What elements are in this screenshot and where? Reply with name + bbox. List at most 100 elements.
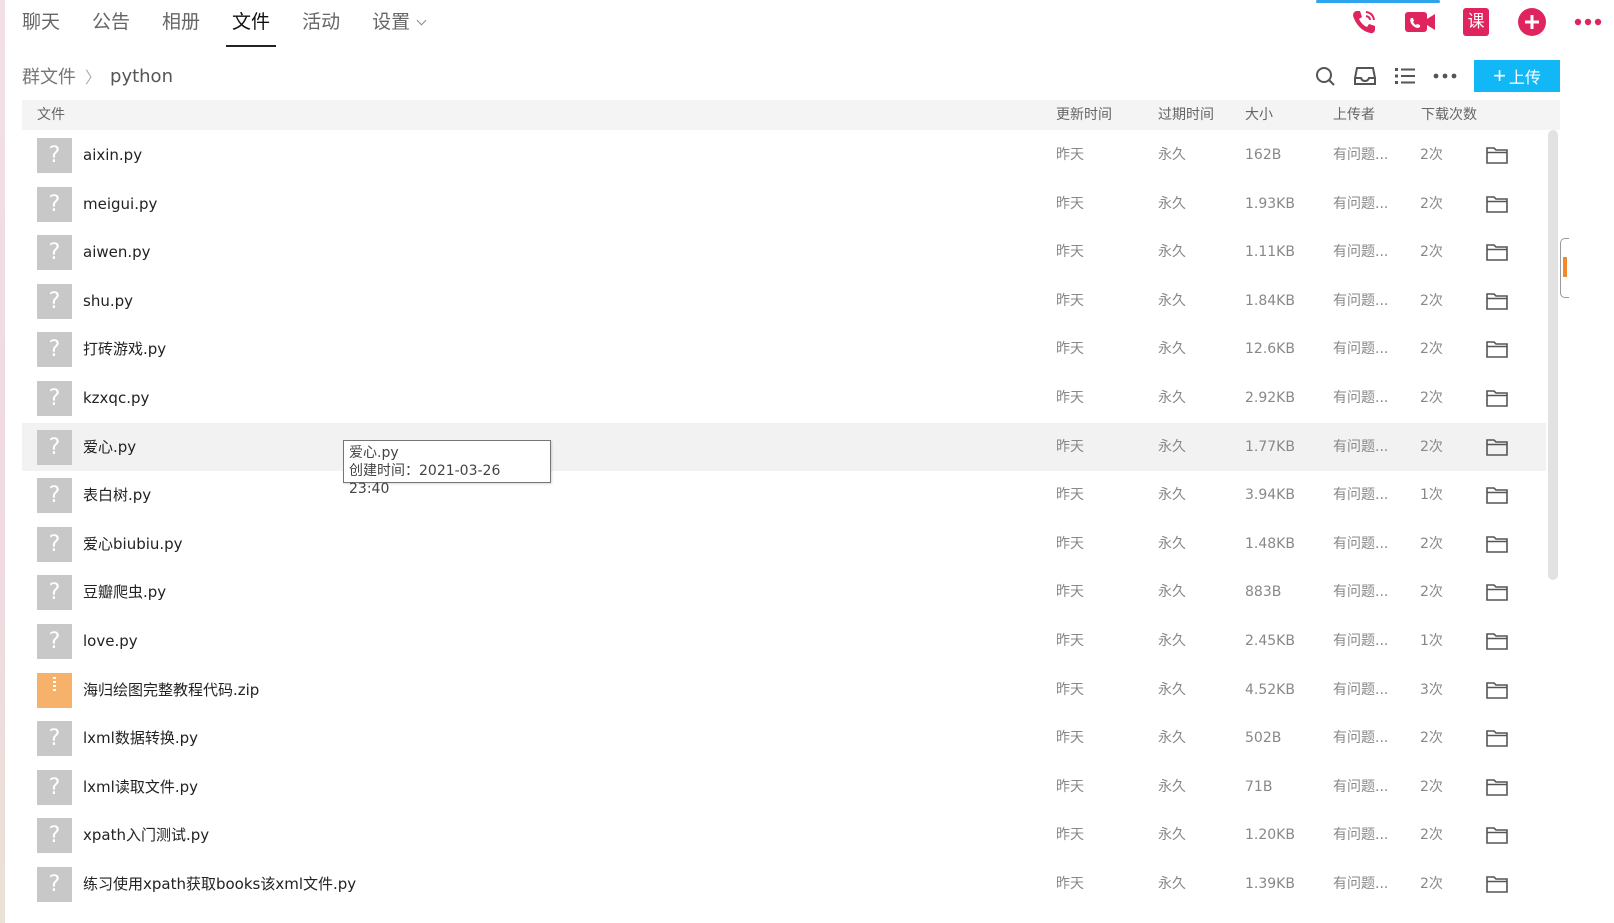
- column-uploader[interactable]: 上传者: [1333, 100, 1375, 130]
- tab-files[interactable]: 文件: [226, 0, 277, 48]
- table-row[interactable]: ? kzxqc.py 昨天 永久 2.92KB 有问题... 2次: [22, 374, 1546, 423]
- file-name[interactable]: love.py: [83, 617, 138, 665]
- table-row[interactable]: ? shu.py 昨天 永久 1.84KB 有问题... 2次: [22, 277, 1546, 326]
- file-name[interactable]: lxml读取文件.py: [83, 763, 198, 811]
- table-row[interactable]: ? 练习使用xpath获取books该xml文件.py 昨天 永久 1.39KB 有问题.…: [22, 860, 1546, 909]
- file-uploader[interactable]: 有问题...: [1333, 520, 1388, 568]
- list-view-icon[interactable]: [1388, 61, 1422, 91]
- file-uploader[interactable]: 有问题...: [1333, 131, 1388, 179]
- open-folder-icon[interactable]: [1486, 292, 1508, 310]
- file-name[interactable]: 打砖游戏.py: [83, 325, 166, 373]
- file-name[interactable]: 表白树.py: [83, 471, 151, 519]
- table-row[interactable]: ? meigui.py 昨天 永久 1.93KB 有问题... 2次: [22, 180, 1546, 229]
- file-name[interactable]: aixin.py: [83, 131, 142, 179]
- file-list: ? aixin.py 昨天 永久 162B 有问题... 2次? meigui.py 昨天 永久 1…: [22, 131, 1546, 909]
- file-name[interactable]: 爱心biubiu.py: [83, 520, 183, 568]
- side-panel-handle[interactable]: [1560, 238, 1569, 298]
- tab-album[interactable]: 相册: [162, 0, 200, 48]
- open-folder-icon[interactable]: [1486, 340, 1508, 359]
- file-size: 12.6KB: [1245, 341, 1295, 358]
- file-updated: 昨天: [1056, 875, 1084, 892]
- table-row[interactable]: ? lxml数据转换.py 昨天 永久 502B 有问题... 2次: [22, 714, 1546, 763]
- open-folder-icon[interactable]: [1486, 826, 1508, 845]
- file-name[interactable]: lxml数据转换.py: [83, 714, 198, 762]
- file-size: 1.20KB: [1245, 827, 1295, 844]
- video-call-icon[interactable]: [1402, 4, 1438, 40]
- table-row[interactable]: ? love.py 昨天 永久 2.45KB 有问题... 1次: [22, 617, 1546, 666]
- file-uploader[interactable]: 有问题...: [1333, 714, 1388, 762]
- file-uploader[interactable]: 有问题...: [1333, 374, 1388, 422]
- file-uploader[interactable]: 有问题...: [1333, 325, 1388, 373]
- file-uploader[interactable]: 有问题...: [1333, 860, 1388, 908]
- phone-icon[interactable]: [1346, 4, 1382, 40]
- file-uploader[interactable]: 有问题...: [1333, 763, 1388, 811]
- file-expires: 永久: [1158, 827, 1186, 844]
- search-icon[interactable]: [1308, 61, 1342, 91]
- file-uploader[interactable]: 有问题...: [1333, 228, 1388, 276]
- file-name[interactable]: aiwen.py: [83, 228, 151, 276]
- open-folder-icon[interactable]: [1486, 389, 1508, 407]
- table-row[interactable]: ? 表白树.py 昨天 永久 3.94KB 有问题... 1次: [22, 471, 1546, 520]
- open-folder-icon[interactable]: [1486, 778, 1508, 796]
- open-folder-icon[interactable]: [1486, 535, 1508, 553]
- tab-chat[interactable]: 聊天: [22, 0, 60, 48]
- class-icon[interactable]: 课: [1458, 4, 1494, 40]
- file-name[interactable]: xpath入门测试.py: [83, 811, 209, 859]
- more-icon[interactable]: [1570, 4, 1606, 40]
- open-folder-icon[interactable]: [1486, 243, 1508, 261]
- file-uploader[interactable]: 有问题...: [1333, 423, 1388, 471]
- file-uploader[interactable]: 有问题...: [1333, 180, 1388, 228]
- file-name[interactable]: kzxqc.py: [83, 374, 149, 422]
- table-row[interactable]: ? lxml读取文件.py 昨天 永久 71B 有问题... 2次: [22, 763, 1546, 812]
- file-updated: 昨天: [1056, 438, 1084, 455]
- open-folder-icon[interactable]: [1486, 632, 1508, 650]
- file-name[interactable]: shu.py: [83, 277, 133, 325]
- file-updated: 昨天: [1056, 244, 1084, 261]
- tab-settings[interactable]: 设置: [372, 0, 427, 48]
- inbox-icon[interactable]: [1348, 61, 1382, 91]
- open-folder-icon[interactable]: [1486, 875, 1508, 893]
- file-name[interactable]: 豆瓣爬虫.py: [83, 568, 166, 616]
- file-name[interactable]: meigui.py: [83, 180, 157, 228]
- table-row[interactable]: ? aixin.py 昨天 永久 162B 有问题... 2次: [22, 131, 1546, 180]
- table-row[interactable]: ? 爱心biubiu.py 昨天 永久 1.48KB 有问题... 2次: [22, 520, 1546, 569]
- tab-activity[interactable]: 活动: [302, 0, 340, 48]
- open-folder-icon[interactable]: [1486, 583, 1508, 602]
- file-name[interactable]: 海归绘图完整教程代码.zip: [83, 666, 259, 714]
- file-expires: 永久: [1158, 875, 1186, 892]
- table-row[interactable]: ? xpath入门测试.py 昨天 永久 1.20KB 有问题... 2次: [22, 811, 1546, 860]
- column-downloads[interactable]: 下载次数: [1421, 100, 1477, 130]
- file-uploader[interactable]: 有问题...: [1333, 277, 1388, 325]
- breadcrumb-separator: 〉: [85, 68, 102, 87]
- table-row[interactable]: ? 打砖游戏.py 昨天 永久 12.6KB 有问题... 2次: [22, 325, 1546, 374]
- file-uploader[interactable]: 有问题...: [1333, 617, 1388, 665]
- column-size[interactable]: 大小: [1245, 100, 1273, 130]
- file-name[interactable]: 爱心.py: [83, 423, 136, 471]
- table-row[interactable]: ? 豆瓣爬虫.py 昨天 永久 883B 有问题... 2次: [22, 568, 1546, 617]
- column-updated[interactable]: 更新时间: [1056, 100, 1112, 130]
- open-folder-icon[interactable]: [1486, 729, 1508, 747]
- file-name[interactable]: 练习使用xpath获取books该xml文件.py: [83, 860, 356, 908]
- open-folder-icon[interactable]: [1486, 146, 1508, 164]
- file-updated: 昨天: [1056, 341, 1084, 358]
- more-options-icon[interactable]: [1428, 61, 1462, 91]
- table-row[interactable]: ? 爱心.py 昨天 永久 1.77KB 有问题... 2次: [22, 422, 1546, 472]
- tooltip-title: 爱心.py: [349, 445, 399, 461]
- column-file[interactable]: 文件: [37, 100, 65, 130]
- breadcrumb-root[interactable]: 群文件: [22, 63, 76, 89]
- file-uploader[interactable]: 有问题...: [1333, 811, 1388, 859]
- file-uploader[interactable]: 有问题...: [1333, 666, 1388, 714]
- file-uploader[interactable]: 有问题...: [1333, 568, 1388, 616]
- add-icon[interactable]: [1514, 4, 1550, 40]
- column-expires[interactable]: 过期时间: [1158, 100, 1214, 130]
- table-row[interactable]: 海归绘图完整教程代码.zip 昨天 永久 4.52KB 有问题... 3次: [22, 666, 1546, 715]
- table-row[interactable]: ? aiwen.py 昨天 永久 1.11KB 有问题... 2次: [22, 228, 1546, 277]
- open-folder-icon[interactable]: [1486, 195, 1508, 213]
- upload-button[interactable]: + 上传: [1474, 60, 1560, 92]
- open-folder-icon[interactable]: [1486, 438, 1508, 456]
- file-uploader[interactable]: 有问题...: [1333, 471, 1388, 519]
- scrollbar[interactable]: [1548, 130, 1558, 580]
- tab-announcement[interactable]: 公告: [92, 0, 130, 48]
- open-folder-icon[interactable]: [1486, 681, 1508, 699]
- open-folder-icon[interactable]: [1486, 486, 1508, 504]
